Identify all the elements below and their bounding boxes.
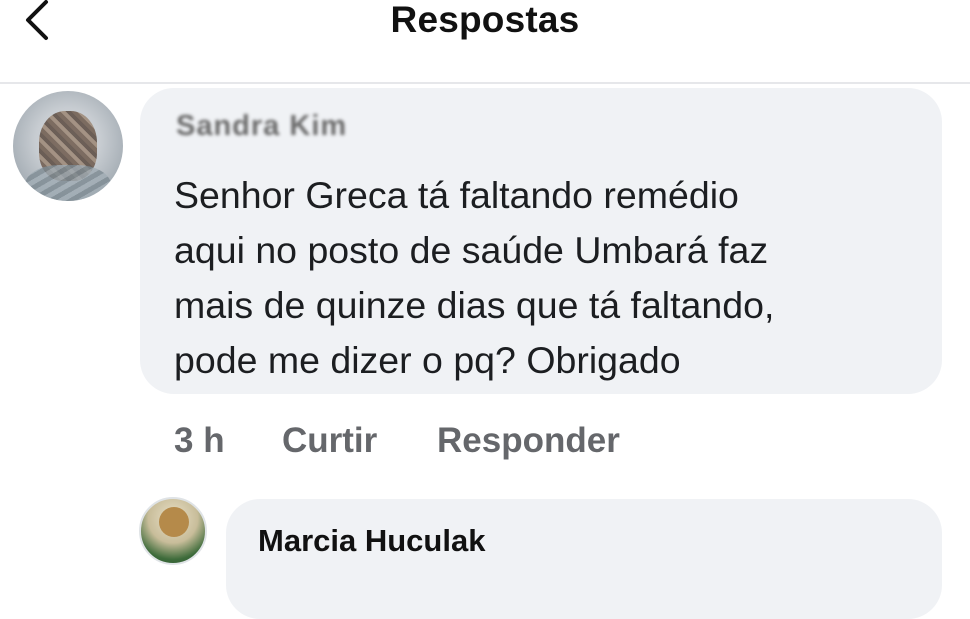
comment-text: Senhor Greca tá faltando remédio aqui no…	[174, 174, 775, 381]
comment-author[interactable]: Sandra Kim	[176, 110, 347, 143]
reply-author[interactable]: Marcia Huculak	[258, 523, 485, 559]
avatar[interactable]	[13, 91, 123, 201]
like-button[interactable]: Curtir	[282, 419, 377, 463]
header-bar: Respostas	[0, 0, 970, 84]
reply-avatar[interactable]	[139, 497, 207, 565]
page-title: Respostas	[390, 0, 580, 40]
avatar-body	[25, 165, 111, 201]
avatar-hair	[159, 507, 189, 537]
reply-bubble: Marcia Huculak	[226, 499, 942, 619]
comment-bubble: Sandra Kim Senhor Greca tá faltando remé…	[140, 88, 942, 394]
comment-timestamp[interactable]: 3 h	[174, 419, 225, 463]
reply-button[interactable]: Responder	[437, 419, 620, 463]
